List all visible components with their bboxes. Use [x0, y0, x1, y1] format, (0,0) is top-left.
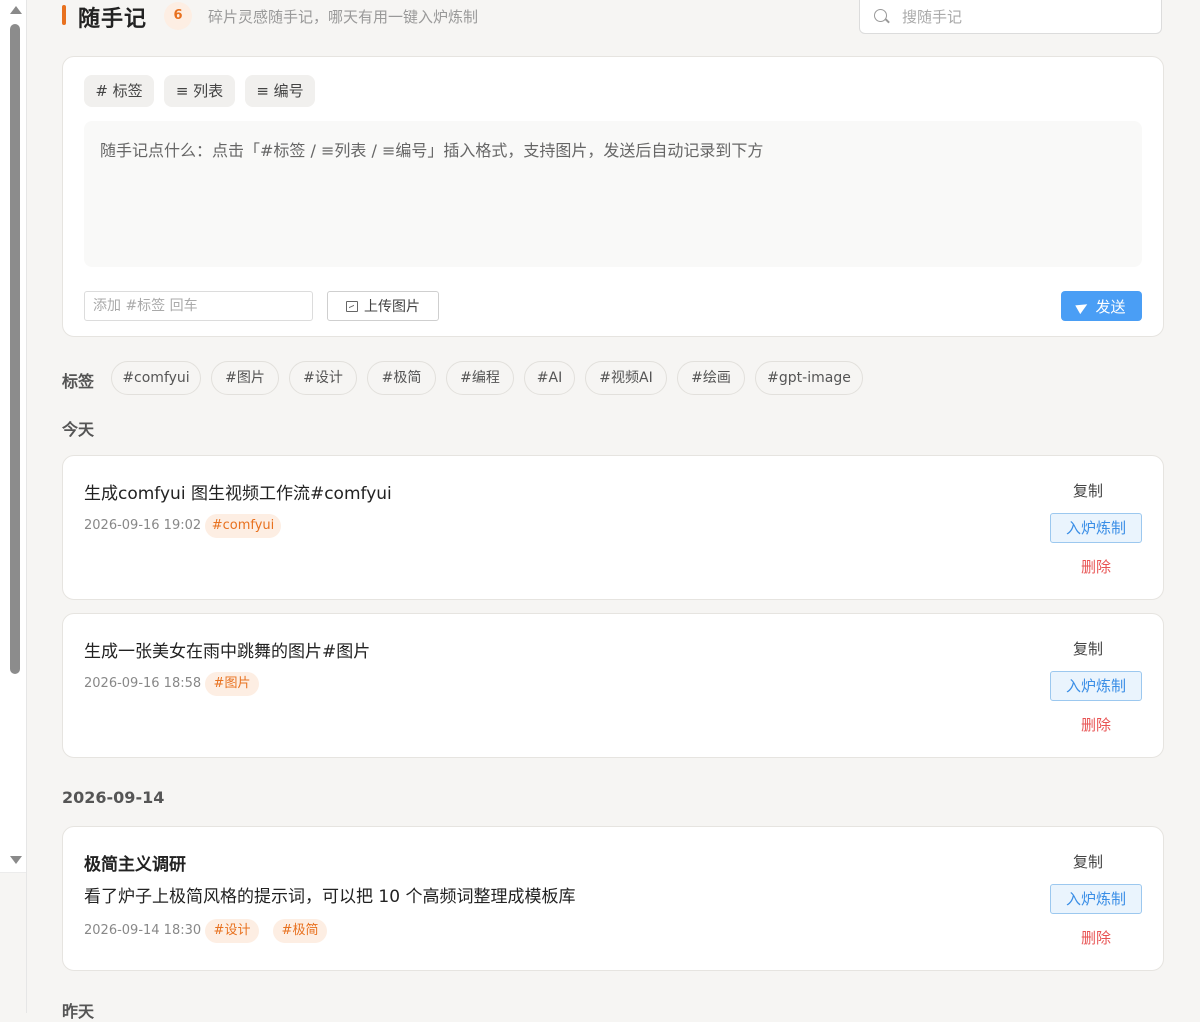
tag-filter-chip[interactable]: #图片: [211, 361, 279, 395]
page-title: 随手记: [78, 7, 148, 32]
insert-tag-button[interactable]: # 标签: [84, 75, 154, 107]
scroll-up-arrow-icon[interactable]: [10, 6, 22, 14]
insert-list-button[interactable]: ≡ 列表: [164, 75, 235, 107]
send-button[interactable]: 发送: [1061, 291, 1142, 321]
note-editor-placeholder: 随手记点什么：点击「#标签 / ≡列表 / ≡编号」插入格式，支持图片，发送后自…: [100, 141, 764, 160]
note-tag[interactable]: #设计: [205, 919, 259, 943]
note-card: 生成一张美女在雨中跳舞的图片#图片 2026-09-16 18:58 #图片 复…: [62, 613, 1164, 758]
note-card: 生成comfyui 图生视频工作流#comfyui 2026-09-16 19:…: [62, 455, 1164, 600]
note-date: 2026-09-14 18:30: [84, 923, 202, 938]
note-text: 生成一张美女在雨中跳舞的图片#图片: [84, 642, 371, 662]
note-date: 2026-09-16 18:58: [84, 676, 202, 691]
note-date: 2026-09-16 19:02: [84, 518, 202, 533]
note-count-badge: 6: [164, 2, 192, 30]
tag-filter-chip[interactable]: #绘画: [677, 361, 745, 395]
copy-button[interactable]: 复制: [1073, 638, 1103, 659]
tag-filter-chip[interactable]: #AI: [524, 361, 575, 395]
note-title: 极简主义调研: [84, 855, 186, 875]
tag-filter-chip[interactable]: #极简: [367, 361, 436, 395]
page-subtitle: 碎片灵感随手记，哪天有用一键入炉炼制: [208, 8, 479, 26]
tag-filter-chip[interactable]: #comfyui: [111, 361, 201, 395]
section-label-today: 今天: [62, 420, 95, 439]
tag-filter-chip[interactable]: #设计: [289, 361, 357, 395]
scrollbar[interactable]: [0, 0, 27, 1014]
refine-button[interactable]: 入炉炼制: [1050, 513, 1142, 543]
upload-image-label: 上传图片: [364, 299, 420, 315]
search-box[interactable]: [859, 0, 1162, 34]
search-icon: [874, 9, 887, 22]
delete-button[interactable]: 删除: [1081, 927, 1111, 948]
search-input[interactable]: [900, 5, 1154, 29]
delete-button[interactable]: 删除: [1081, 556, 1111, 577]
title-accent-bar: [62, 5, 66, 25]
copy-button[interactable]: 复制: [1073, 851, 1103, 872]
tag-filter-chip[interactable]: #gpt-image: [755, 361, 863, 395]
add-tag-input[interactable]: [84, 291, 313, 321]
note-text: 看了炉子上极简风格的提示词，可以把 10 个高频词整理成模板库: [84, 887, 576, 907]
send-label: 发送: [1095, 297, 1126, 316]
note-tag[interactable]: #comfyui: [205, 514, 281, 538]
tags-label: 标签: [62, 372, 95, 391]
scroll-down-arrow-icon[interactable]: [10, 856, 22, 864]
delete-button[interactable]: 删除: [1081, 714, 1111, 735]
upload-image-button[interactable]: 上传图片: [327, 291, 439, 321]
note-tag[interactable]: #图片: [205, 672, 259, 696]
insert-numbered-list-button[interactable]: ≡ 编号: [245, 75, 315, 107]
note-card: 极简主义调研 看了炉子上极简风格的提示词，可以把 10 个高频词整理成模板库 2…: [62, 826, 1164, 971]
tag-filter-chip[interactable]: #编程: [446, 361, 514, 395]
scrollbar-thumb[interactable]: [10, 24, 20, 674]
page-header: 随手记 6 碎片灵感随手记，哪天有用一键入炉炼制: [62, 0, 1164, 40]
paper-plane-icon: [1075, 299, 1091, 314]
refine-button[interactable]: 入炉炼制: [1050, 884, 1142, 914]
image-icon: [346, 301, 358, 312]
note-tag[interactable]: #极简: [273, 919, 327, 943]
note-text: 生成comfyui 图生视频工作流#comfyui: [84, 484, 392, 504]
section-label-yesterday: 昨天: [62, 1002, 95, 1021]
tag-filter-chip[interactable]: #视频AI: [585, 361, 667, 395]
copy-button[interactable]: 复制: [1073, 480, 1103, 501]
scrollbar-bottom-area: [0, 872, 26, 1014]
section-label-date: 2026-09-14: [62, 788, 165, 807]
note-editor[interactable]: 随手记点什么：点击「#标签 / ≡列表 / ≡编号」插入格式，支持图片，发送后自…: [84, 121, 1142, 267]
note-composer: # 标签 ≡ 列表 ≡ 编号 随手记点什么：点击「#标签 / ≡列表 / ≡编号…: [62, 56, 1164, 337]
refine-button[interactable]: 入炉炼制: [1050, 671, 1142, 701]
